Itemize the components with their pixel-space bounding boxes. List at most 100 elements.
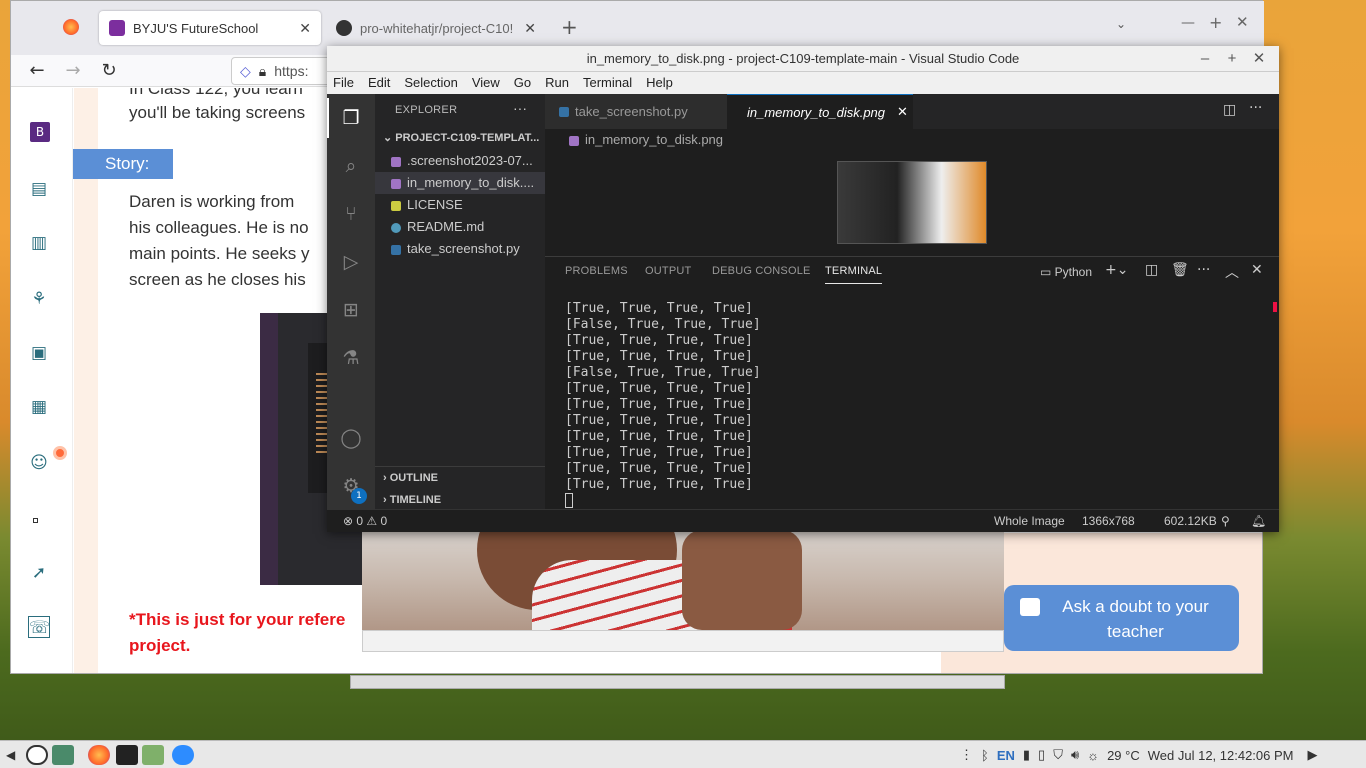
mint-menu-icon[interactable] bbox=[26, 745, 48, 765]
close-window-icon[interactable]: ✕ bbox=[1236, 13, 1249, 31]
file-item[interactable]: LICENSE bbox=[375, 194, 545, 216]
minimize-icon[interactable]: — bbox=[1181, 15, 1195, 31]
extensions-icon[interactable]: ⊞ bbox=[339, 298, 363, 322]
tab-in-memory-to-disk[interactable]: in_memory_to_disk.png ✕ bbox=[727, 94, 913, 129]
menu-selection[interactable]: Selection bbox=[404, 72, 457, 94]
feedback-icon[interactable]: ⚲ bbox=[1221, 510, 1230, 532]
timeline-section[interactable]: › TIMELINE bbox=[383, 494, 441, 506]
scroll-right-icon[interactable]: ▶ bbox=[1308, 747, 1318, 763]
ask-doubt-button[interactable]: Ask a doubt to your teacher bbox=[1004, 585, 1239, 651]
tab-close-icon[interactable]: ✕ bbox=[299, 20, 311, 37]
image-preview bbox=[837, 161, 987, 244]
network-icon[interactable]: ▮ bbox=[1023, 747, 1030, 763]
menu-run[interactable]: Run bbox=[545, 72, 569, 94]
back-arrow-icon[interactable]: ← bbox=[25, 59, 49, 83]
tab-debug-console[interactable]: DEBUG CONSOLE bbox=[712, 265, 811, 277]
rocket-icon[interactable]: ➚ bbox=[28, 562, 50, 584]
breadcrumb[interactable]: in_memory_to_disk.png bbox=[545, 129, 1279, 151]
editor-tabs: take_screenshot.py in_memory_to_disk.png… bbox=[545, 94, 1279, 129]
source-control-icon[interactable]: ⑂ bbox=[339, 202, 363, 226]
chevron-right-icon: › bbox=[383, 472, 390, 484]
notifications-bell-icon[interactable]: 🔔︎ bbox=[1251, 510, 1266, 532]
teacher-icon[interactable]: ☺ bbox=[28, 452, 50, 474]
more-actions-icon[interactable]: ··· bbox=[513, 100, 527, 116]
tab-output[interactable]: OUTPUT bbox=[645, 265, 691, 277]
keyboard-language[interactable]: EN bbox=[997, 748, 1015, 763]
terminal-profile[interactable]: ▭ Python bbox=[1040, 265, 1092, 279]
notes-icon[interactable]: ▣ bbox=[28, 342, 50, 364]
explorer-files-icon[interactable]: ❐ bbox=[339, 106, 363, 130]
document-icon[interactable]: ▦ bbox=[28, 396, 50, 418]
tab-byjus[interactable]: BYJU'S FutureSchool ✕ bbox=[99, 11, 321, 45]
minimize-icon[interactable]: – bbox=[1195, 46, 1215, 72]
error-count: 0 bbox=[356, 514, 364, 528]
menu-file[interactable]: File bbox=[333, 72, 354, 94]
volume-icon[interactable]: 🔊︎ bbox=[1071, 747, 1079, 763]
support-icon[interactable]: ☏ bbox=[28, 616, 50, 638]
byjus-logo-icon[interactable]: B bbox=[30, 122, 50, 142]
new-terminal-icon[interactable]: +⌄ bbox=[1105, 262, 1128, 278]
menu-view[interactable]: View bbox=[472, 72, 500, 94]
close-tab-icon[interactable]: ✕ bbox=[897, 104, 908, 120]
files-folder-icon[interactable] bbox=[142, 745, 164, 765]
vscode-window: in_memory_to_disk.png - project-C109-tem… bbox=[327, 46, 1279, 532]
more-actions-icon[interactable]: ··· bbox=[1197, 262, 1210, 278]
bluetooth-icon[interactable]: ᛒ bbox=[981, 748, 989, 763]
split-editor-icon[interactable]: ◫ bbox=[1223, 102, 1236, 118]
small-square-icon[interactable] bbox=[33, 518, 38, 523]
shield-icon: ◇ bbox=[240, 62, 251, 79]
tab-github[interactable]: pro-whitehatjr/project-C10! ✕ bbox=[326, 11, 546, 45]
split-terminal-icon[interactable]: ◫ bbox=[1145, 262, 1158, 278]
more-actions-icon[interactable]: ··· bbox=[1249, 100, 1262, 116]
temperature: 29 °C bbox=[1107, 747, 1140, 763]
close-panel-icon[interactable]: ✕ bbox=[1251, 262, 1263, 278]
firefox-menu-icon[interactable] bbox=[63, 19, 79, 35]
list-tabs-chevron-icon[interactable]: ⌄ bbox=[1116, 17, 1126, 31]
maximize-icon[interactable]: + bbox=[1222, 46, 1242, 72]
file-item[interactable]: in_memory_to_disk.... bbox=[375, 172, 545, 194]
tab-terminal[interactable]: TERMINAL bbox=[825, 265, 883, 284]
maximize-panel-icon[interactable]: ︿ bbox=[1225, 262, 1239, 282]
class-card-icon[interactable]: ▤ bbox=[28, 178, 50, 200]
terminal-line: [True, True, True, True] bbox=[565, 429, 753, 444]
url-bar[interactable]: ◇ 🔒︎ https: bbox=[231, 57, 341, 85]
show-desktop-icon[interactable] bbox=[52, 745, 74, 765]
trash-icon[interactable]: 🗑︎ bbox=[1171, 262, 1189, 278]
terminal-line: [False, True, True, True] bbox=[565, 317, 761, 332]
terminal-output[interactable]: [True, True, True, True] [False, True, Tr… bbox=[565, 301, 761, 493]
book-icon[interactable]: ▥ bbox=[28, 232, 50, 254]
menu-help[interactable]: Help bbox=[646, 72, 673, 94]
reload-icon[interactable]: ↻ bbox=[97, 59, 121, 83]
menu-edit[interactable]: Edit bbox=[368, 72, 390, 94]
zoom-icon[interactable] bbox=[172, 745, 194, 765]
new-tab-button[interactable]: + bbox=[561, 15, 578, 39]
battery-icon[interactable]: ▯ bbox=[1038, 747, 1045, 763]
menu-terminal[interactable]: Terminal bbox=[583, 72, 632, 94]
tab-take-screenshot[interactable]: take_screenshot.py bbox=[545, 94, 727, 129]
clock[interactable]: Wed Jul 12, 12:42:06 PM bbox=[1148, 748, 1294, 763]
tab-problems[interactable]: PROBLEMS bbox=[565, 265, 628, 277]
outline-section[interactable]: › OUTLINE bbox=[383, 472, 438, 484]
tab-close-icon[interactable]: ✕ bbox=[524, 20, 536, 37]
tray-menu-icon[interactable]: ⋮ bbox=[960, 747, 973, 763]
terminal-icon[interactable] bbox=[116, 745, 138, 765]
shield-icon[interactable]: ⛉ bbox=[1053, 747, 1063, 763]
file-item[interactable]: take_screenshot.py bbox=[375, 238, 545, 260]
firefox-icon[interactable] bbox=[88, 745, 110, 765]
forward-arrow-icon[interactable]: → bbox=[61, 59, 85, 83]
maximize-icon[interactable]: + bbox=[1209, 13, 1222, 32]
run-debug-icon[interactable]: ▷ bbox=[339, 250, 363, 274]
horizontal-scrollbar[interactable] bbox=[350, 675, 1005, 689]
problems-status[interactable]: ⊗ 0 ⚠ 0 bbox=[343, 510, 387, 532]
close-window-icon[interactable]: ✕ bbox=[1249, 46, 1269, 72]
menu-go[interactable]: Go bbox=[514, 72, 531, 94]
file-item[interactable]: README.md bbox=[375, 216, 545, 238]
image-mode[interactable]: Whole Image bbox=[994, 510, 1065, 532]
search-icon[interactable]: ⌕ bbox=[339, 154, 363, 178]
account-icon[interactable]: ◯ bbox=[339, 426, 363, 450]
activity-icon[interactable]: ⚘ bbox=[28, 288, 50, 310]
project-folder[interactable]: ⌄ PROJECT-C109-TEMPLAT... bbox=[383, 131, 539, 144]
testing-flask-icon[interactable]: ⚗ bbox=[339, 346, 363, 370]
file-item[interactable]: .screenshot2023-07... bbox=[375, 150, 545, 172]
scroll-left-icon[interactable]: ◀ bbox=[6, 748, 15, 762]
